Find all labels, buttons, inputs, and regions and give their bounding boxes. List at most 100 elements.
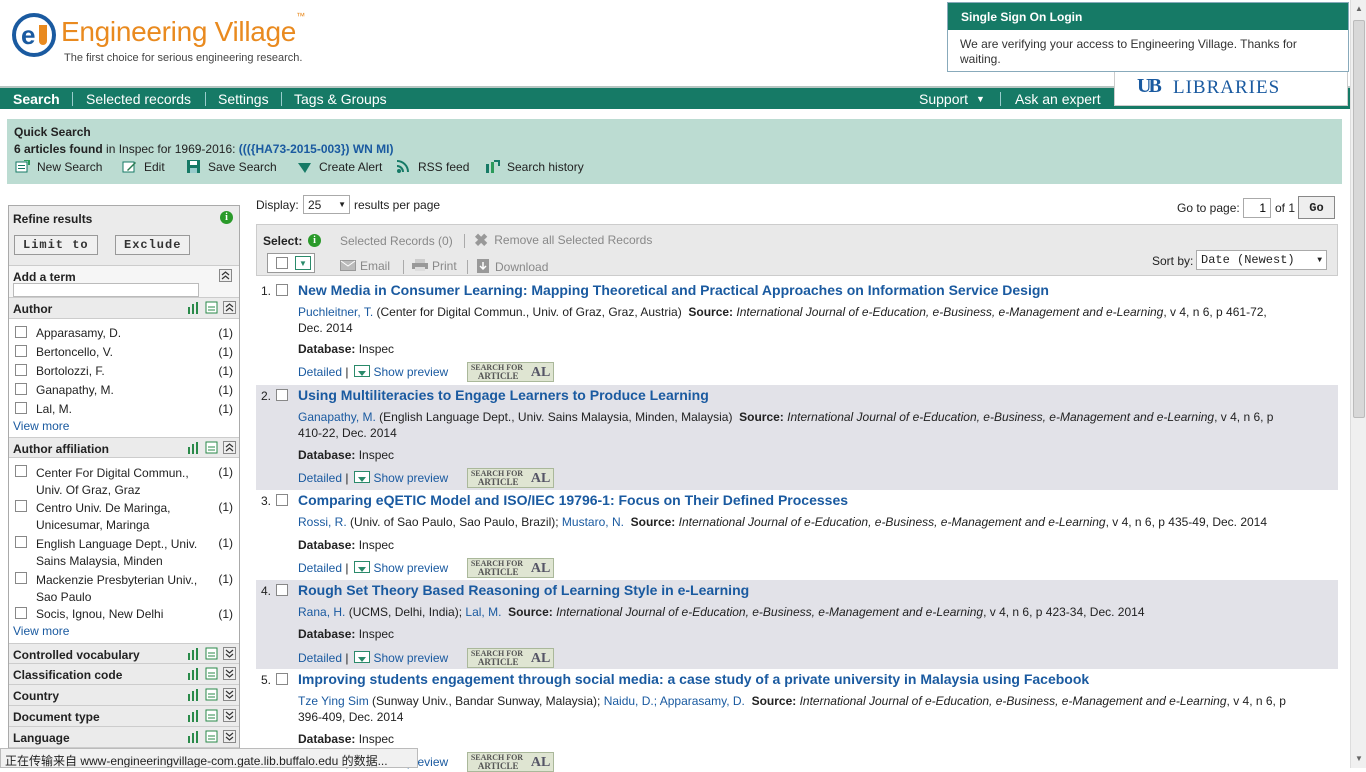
facet-affiliation-item[interactable]: Center For Digital Commun., Univ. Of Gra… xyxy=(9,463,239,498)
exclude-button[interactable]: Exclude xyxy=(115,235,191,255)
record-checkbox[interactable] xyxy=(276,284,288,296)
nav-tags-groups[interactable]: Tags & Groups xyxy=(294,91,387,107)
detailed-link[interactable]: Detailed xyxy=(298,561,342,575)
view-more-authors-link[interactable]: View more xyxy=(9,419,239,437)
ub-libraries-logo[interactable]: UB LIBRARIES xyxy=(1114,72,1348,106)
record-checkbox[interactable] xyxy=(276,389,288,401)
scroll-down-icon[interactable]: ▼ xyxy=(1355,754,1363,763)
facet-document-type[interactable]: Document type xyxy=(9,706,239,727)
facet-controlled-vocabulary[interactable]: Controlled vocabulary xyxy=(9,643,239,664)
search-for-article-button[interactable]: SEARCH FOR ARTICLE AL xyxy=(466,362,554,382)
record-checkbox[interactable] xyxy=(276,673,288,685)
facet-author-item[interactable]: Ganapathy, M. (1) xyxy=(9,381,239,400)
nav-support[interactable]: Support ▼ xyxy=(919,91,985,107)
scroll-up-icon[interactable]: ▲ xyxy=(1355,4,1363,13)
detailed-link[interactable]: Detailed xyxy=(298,651,342,665)
facet-classification-code[interactable]: Classification code xyxy=(9,664,239,685)
facet-affiliation-item[interactable]: Mackenzie Presbyterian Univ., Sao Paulo(… xyxy=(9,570,239,605)
result-summary: 6 articles found in Inspec for 1969-2016… xyxy=(14,142,394,156)
limit-to-button[interactable]: Limit to xyxy=(14,235,98,255)
info-icon[interactable]: i xyxy=(308,234,321,247)
author-link[interactable]: Puchleitner, T. xyxy=(298,305,373,319)
save-search-button[interactable]: Save Search xyxy=(186,160,277,174)
search-for-article-button[interactable]: SEARCH FOR ARTICLE AL xyxy=(466,752,554,772)
record-database: Database: Inspec xyxy=(298,732,395,746)
record-title[interactable]: Using Multiliteracies to Engage Learners… xyxy=(298,387,709,403)
facet-affiliation-item[interactable]: Centro Univ. De Maringa, Unicesumar, Mar… xyxy=(9,498,239,534)
print-icon xyxy=(412,259,428,271)
record-checkbox[interactable] xyxy=(276,494,288,506)
view-more-affiliations-link[interactable]: View more xyxy=(9,624,239,643)
download-button[interactable]: Download xyxy=(477,259,548,274)
record-title[interactable]: New Media in Consumer Learning: Mapping … xyxy=(298,282,1049,298)
record-title[interactable]: Comparing eQETIC Model and ISO/IEC 19796… xyxy=(298,492,848,508)
show-preview-link[interactable]: Show preview xyxy=(354,561,454,575)
nav-search[interactable]: Search xyxy=(13,91,60,107)
display-select[interactable]: 25 ▼ xyxy=(303,195,350,214)
info-icon[interactable]: i xyxy=(220,211,233,224)
sort-select[interactable]: Date (Newest) ▼ xyxy=(1196,250,1327,270)
download-icon xyxy=(477,259,489,273)
goto-page-input[interactable] xyxy=(1243,198,1271,218)
record-checkbox[interactable] xyxy=(276,584,288,596)
email-button[interactable]: Email xyxy=(340,259,390,273)
author-link[interactable]: Naidu, D.; xyxy=(604,694,657,708)
selected-records-link[interactable]: Selected Records (0) xyxy=(340,234,453,248)
record-number: 3. xyxy=(261,494,272,508)
author-link[interactable]: Apparasamy, D. xyxy=(660,694,745,708)
show-preview-link[interactable]: Show preview xyxy=(354,365,454,379)
author-link[interactable]: Tze Ying Sim xyxy=(298,694,369,708)
nav-ask-expert[interactable]: Ask an expert xyxy=(1015,91,1101,107)
export-icon xyxy=(205,730,218,743)
logo-tagline: The first choice for serious engineering… xyxy=(64,52,303,64)
search-for-article-button[interactable]: SEARCH FOR ARTICLE AL xyxy=(466,648,554,668)
engineering-village-logo-icon[interactable]: e xyxy=(12,13,56,57)
edit-search-button[interactable]: Edit xyxy=(122,160,165,174)
show-preview-link[interactable]: Show preview xyxy=(354,651,454,665)
search-query-link[interactable]: ((({HA73-2015-003}) WN MI) xyxy=(239,142,394,156)
show-preview-link[interactable]: Show preview xyxy=(354,471,454,485)
search-summary-band: Quick Search 6 articles found in Inspec … xyxy=(7,119,1342,184)
detailed-link[interactable]: Detailed xyxy=(298,471,342,485)
facet-author-item[interactable]: Lal, M. (1) xyxy=(9,400,239,419)
search-for-article-button[interactable]: SEARCH FOR ARTICLE AL xyxy=(466,558,554,578)
go-button[interactable]: Go xyxy=(1298,196,1335,219)
author-link[interactable]: Lal, M. xyxy=(465,605,501,619)
page-scrollbar[interactable]: ▲ ▼ xyxy=(1350,0,1366,768)
facet-language[interactable]: Language xyxy=(9,727,239,748)
nav-selected-records[interactable]: Selected records xyxy=(86,91,191,107)
facet-affiliation-item[interactable]: Socis, Ignou, New Delhi (1) xyxy=(9,605,239,624)
author-link[interactable]: Rossi, R. xyxy=(298,515,347,529)
chart-icon xyxy=(188,731,198,743)
new-search-button[interactable]: New Search xyxy=(15,160,102,174)
goto-label: Go to page: xyxy=(1177,201,1240,215)
facet-affiliation-header[interactable]: Author affiliation xyxy=(9,437,239,458)
per-page-label: results per page xyxy=(354,198,441,212)
select-all-dropdown[interactable]: ▼ xyxy=(267,253,315,273)
facet-author-item[interactable]: Apparasamy, D. (1) xyxy=(9,324,239,343)
add-term-input[interactable] xyxy=(13,283,199,297)
record-citation: Tze Ying Sim (Sunway Univ., Bandar Sunwa… xyxy=(298,694,1286,724)
record-title[interactable]: Improving students engagement through so… xyxy=(298,671,1089,687)
author-link[interactable]: Mustaro, N. xyxy=(562,515,624,529)
facet-affiliation-item[interactable]: English Language Dept., Univ. Sains Mala… xyxy=(9,534,239,570)
print-button[interactable]: Print xyxy=(412,259,457,273)
scrollbar-thumb[interactable] xyxy=(1353,20,1365,418)
detailed-link[interactable]: Detailed xyxy=(298,365,342,379)
author-link[interactable]: Ganapathy, M. xyxy=(298,410,376,424)
search-history-button[interactable]: Search history xyxy=(485,160,584,174)
logo-title[interactable]: Engineering Village™ xyxy=(61,11,305,48)
collapse-icon[interactable] xyxy=(219,269,232,285)
nav-settings[interactable]: Settings xyxy=(218,91,269,107)
rss-feed-button[interactable]: RSS feed xyxy=(396,160,469,174)
remove-all-button[interactable]: ✖ Remove all Selected Records xyxy=(474,231,652,251)
record-title[interactable]: Rough Set Theory Based Reasoning of Lear… xyxy=(298,582,749,598)
facet-country[interactable]: Country xyxy=(9,685,239,706)
facet-author-item[interactable]: Bertoncello, V. (1) xyxy=(9,343,239,362)
author-link[interactable]: Rana, H. xyxy=(298,605,345,619)
chart-icon xyxy=(188,689,198,701)
create-alert-button[interactable]: Create Alert xyxy=(297,160,382,174)
facet-author-item[interactable]: Bortolozzi, F. (1) xyxy=(9,362,239,381)
search-for-article-button[interactable]: SEARCH FOR ARTICLE AL xyxy=(466,468,554,488)
facet-author-header[interactable]: Author xyxy=(9,298,239,319)
